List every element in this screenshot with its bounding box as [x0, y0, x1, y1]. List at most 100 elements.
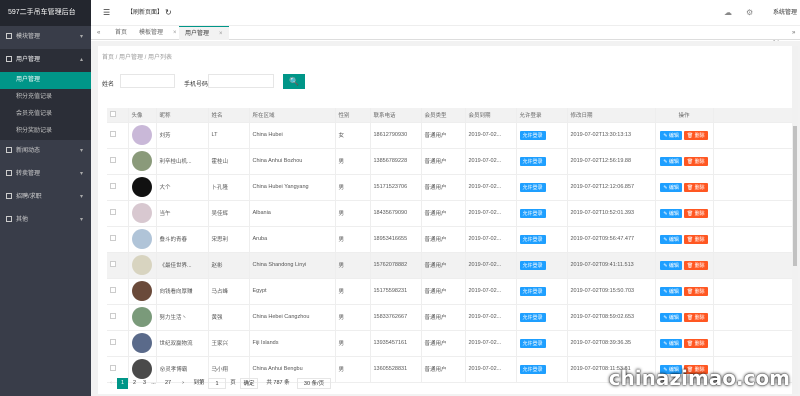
- settings-icon[interactable]: ⚙: [746, 0, 753, 26]
- login-status-badge[interactable]: 允许登录: [519, 234, 546, 244]
- avatar: [131, 177, 152, 197]
- delete-button[interactable]: 🗑 删除: [683, 338, 708, 348]
- menu-module[interactable]: 模块管理 ▾: [0, 26, 91, 49]
- col-nick: 昵称: [156, 108, 209, 123]
- login-cell: 允许登录: [516, 148, 568, 175]
- page-1[interactable]: 1: [117, 378, 128, 389]
- login-status-badge[interactable]: 允许登录: [519, 286, 546, 296]
- login-status-badge[interactable]: 允许登录: [519, 364, 546, 374]
- search-button[interactable]: 🔍: [283, 74, 305, 89]
- table-row[interactable]: 世纪双赢物流 王家兴 Fiji Islands 男 13935457161 普通用户 201…: [107, 330, 798, 357]
- menu-users[interactable]: 用户管理 ▴: [0, 49, 91, 72]
- menu-toggle-icon[interactable]: ☰: [103, 0, 110, 26]
- tabs-bar: « 首页 模板管理 × 用户管理 × »: [91, 26, 800, 40]
- next-page-icon[interactable]: ›: [179, 378, 187, 389]
- row-checkbox[interactable]: [107, 226, 129, 253]
- user-icon: [6, 56, 12, 62]
- table-row[interactable]: 向钱看向厚赚 马占峰 Egypt 男 15175598231 普通用户 2019-07-02…: [107, 278, 798, 305]
- tabs-scroll-right-icon[interactable]: »: [786, 26, 800, 40]
- spacer-cell: [713, 278, 798, 305]
- tab-users[interactable]: 用户管理 ×: [179, 26, 229, 40]
- delete-button[interactable]: 🗑 删除: [683, 156, 708, 166]
- edit-button[interactable]: ✎ 编辑: [660, 130, 682, 140]
- edit-button[interactable]: ✎ 编辑: [660, 182, 682, 192]
- submenu-points-reward[interactable]: 积分奖励记录: [0, 123, 91, 140]
- login-status-badge[interactable]: 允许登录: [519, 208, 546, 218]
- tab-template[interactable]: 模板管理 ×: [133, 26, 183, 40]
- row-checkbox[interactable]: [107, 330, 129, 357]
- login-status-badge[interactable]: 允许登录: [519, 182, 546, 192]
- edit-button[interactable]: ✎ 编辑: [660, 286, 682, 296]
- refresh-link[interactable]: 【刷新页面】: [127, 0, 163, 26]
- phone-input[interactable]: [208, 74, 274, 88]
- table-row[interactable]: 当午 吴佳辉 Albania 男 18435679090 普通用户 2019-07-02..…: [107, 200, 798, 227]
- delete-button[interactable]: 🗑 删除: [683, 260, 708, 270]
- login-status-badge[interactable]: 允许登录: [519, 130, 546, 140]
- close-icon[interactable]: ×: [219, 31, 223, 37]
- table-scrollbar[interactable]: [792, 46, 798, 394]
- refresh-icon[interactable]: ↻: [165, 0, 172, 26]
- submenu-user-manage[interactable]: 用户管理: [0, 72, 91, 89]
- avatar: [131, 333, 152, 353]
- row-checkbox[interactable]: [107, 252, 129, 279]
- delete-button[interactable]: 🗑 删除: [683, 182, 708, 192]
- edit-button[interactable]: ✎ 编辑: [660, 234, 682, 244]
- name-input[interactable]: [120, 74, 175, 88]
- login-status-badge[interactable]: 允许登录: [519, 156, 546, 166]
- submenu-points-recharge[interactable]: 积分充值记录: [0, 89, 91, 106]
- row-checkbox[interactable]: [107, 122, 129, 149]
- delete-button[interactable]: 🗑 删除: [683, 130, 708, 140]
- area-cell: Albania: [249, 200, 336, 227]
- goto-confirm-button[interactable]: 确定: [240, 378, 258, 389]
- login-status-badge[interactable]: 允许登录: [519, 312, 546, 322]
- submenu-member-recharge[interactable]: 会员充值记录: [0, 106, 91, 123]
- login-status-badge[interactable]: 允许登录: [519, 338, 546, 348]
- avatar-cell: [128, 122, 157, 149]
- select-all-checkbox[interactable]: [107, 108, 129, 123]
- sex-cell: 女: [335, 122, 371, 149]
- table-row[interactable]: 叠斗的青春 宋思利 Aruba 男 18953416655 普通用户 2019-07-02.…: [107, 226, 798, 253]
- date-cell: 2019-07-02T13:30:13:13: [567, 122, 656, 149]
- row-checkbox[interactable]: [107, 278, 129, 305]
- row-checkbox[interactable]: [107, 148, 129, 175]
- row-checkbox[interactable]: [107, 174, 129, 201]
- menu-jobs[interactable]: 招聘/求职 ▾: [0, 186, 91, 209]
- table-row[interactable]: 大个 卜孔隆 China Hubei Yangyang 男 15171523706 普通用…: [107, 174, 798, 201]
- table-row[interactable]: 刘芳 LT China Hubei 女 18612790930 普通用户 2019-07-0…: [107, 122, 798, 149]
- delete-button[interactable]: 🗑 删除: [683, 286, 708, 296]
- delete-button[interactable]: 🗑 删除: [683, 234, 708, 244]
- page-3[interactable]: 3: [140, 378, 149, 389]
- edit-button[interactable]: ✎ 编辑: [660, 208, 682, 218]
- delete-button[interactable]: 🗑 删除: [683, 208, 708, 218]
- sex-cell: 男: [335, 174, 371, 201]
- page-27[interactable]: 27: [161, 378, 175, 389]
- close-icon[interactable]: ×: [173, 30, 177, 36]
- cloud-icon[interactable]: ☁: [724, 0, 732, 26]
- date-cell: 2019-07-02T09:56:47.477: [567, 226, 656, 253]
- page-2[interactable]: 2: [130, 378, 139, 389]
- per-page-select[interactable]: 30 条/页: [297, 378, 331, 389]
- menu-news[interactable]: 新闻动态 ▾: [0, 140, 91, 163]
- login-cell: 允许登录: [516, 304, 568, 331]
- table-row[interactable]: 《最佳世界... 赵彬 China Shandong Linyi 男 157620788…: [107, 252, 798, 279]
- scrollbar-thumb[interactable]: [793, 126, 797, 266]
- edit-button[interactable]: ✎ 编辑: [660, 260, 682, 270]
- table-row[interactable]: 努力生活丶 黄强 China Hebei Cangzhou 男 15833762667 普…: [107, 304, 798, 331]
- prev-page-icon[interactable]: ‹: [107, 378, 115, 389]
- goto-input[interactable]: 1: [208, 378, 226, 389]
- edit-button[interactable]: ✎ 编辑: [660, 312, 682, 322]
- table-row[interactable]: 利辛桂山机... 霍桂山 China Anhui Bozhou 男 1385678922…: [107, 148, 798, 175]
- col-spacer: [713, 108, 798, 123]
- row-checkbox[interactable]: [107, 200, 129, 227]
- menu-other[interactable]: 其他 ▾: [0, 209, 91, 232]
- tabs-scroll-left-icon[interactable]: «: [91, 26, 106, 40]
- chevron-down-icon: ▾: [79, 194, 83, 200]
- edit-button[interactable]: ✎ 编辑: [660, 338, 682, 348]
- row-checkbox[interactable]: [107, 304, 129, 331]
- menu-resale[interactable]: 转卖管理 ▾: [0, 163, 91, 186]
- edit-button[interactable]: ✎ 编辑: [660, 156, 682, 166]
- delete-button[interactable]: 🗑 删除: [683, 312, 708, 322]
- tab-home[interactable]: 首页: [109, 26, 133, 40]
- date-cell: 2019-07-02T10:52:01.393: [567, 200, 656, 227]
- login-status-badge[interactable]: 允许登录: [519, 260, 546, 270]
